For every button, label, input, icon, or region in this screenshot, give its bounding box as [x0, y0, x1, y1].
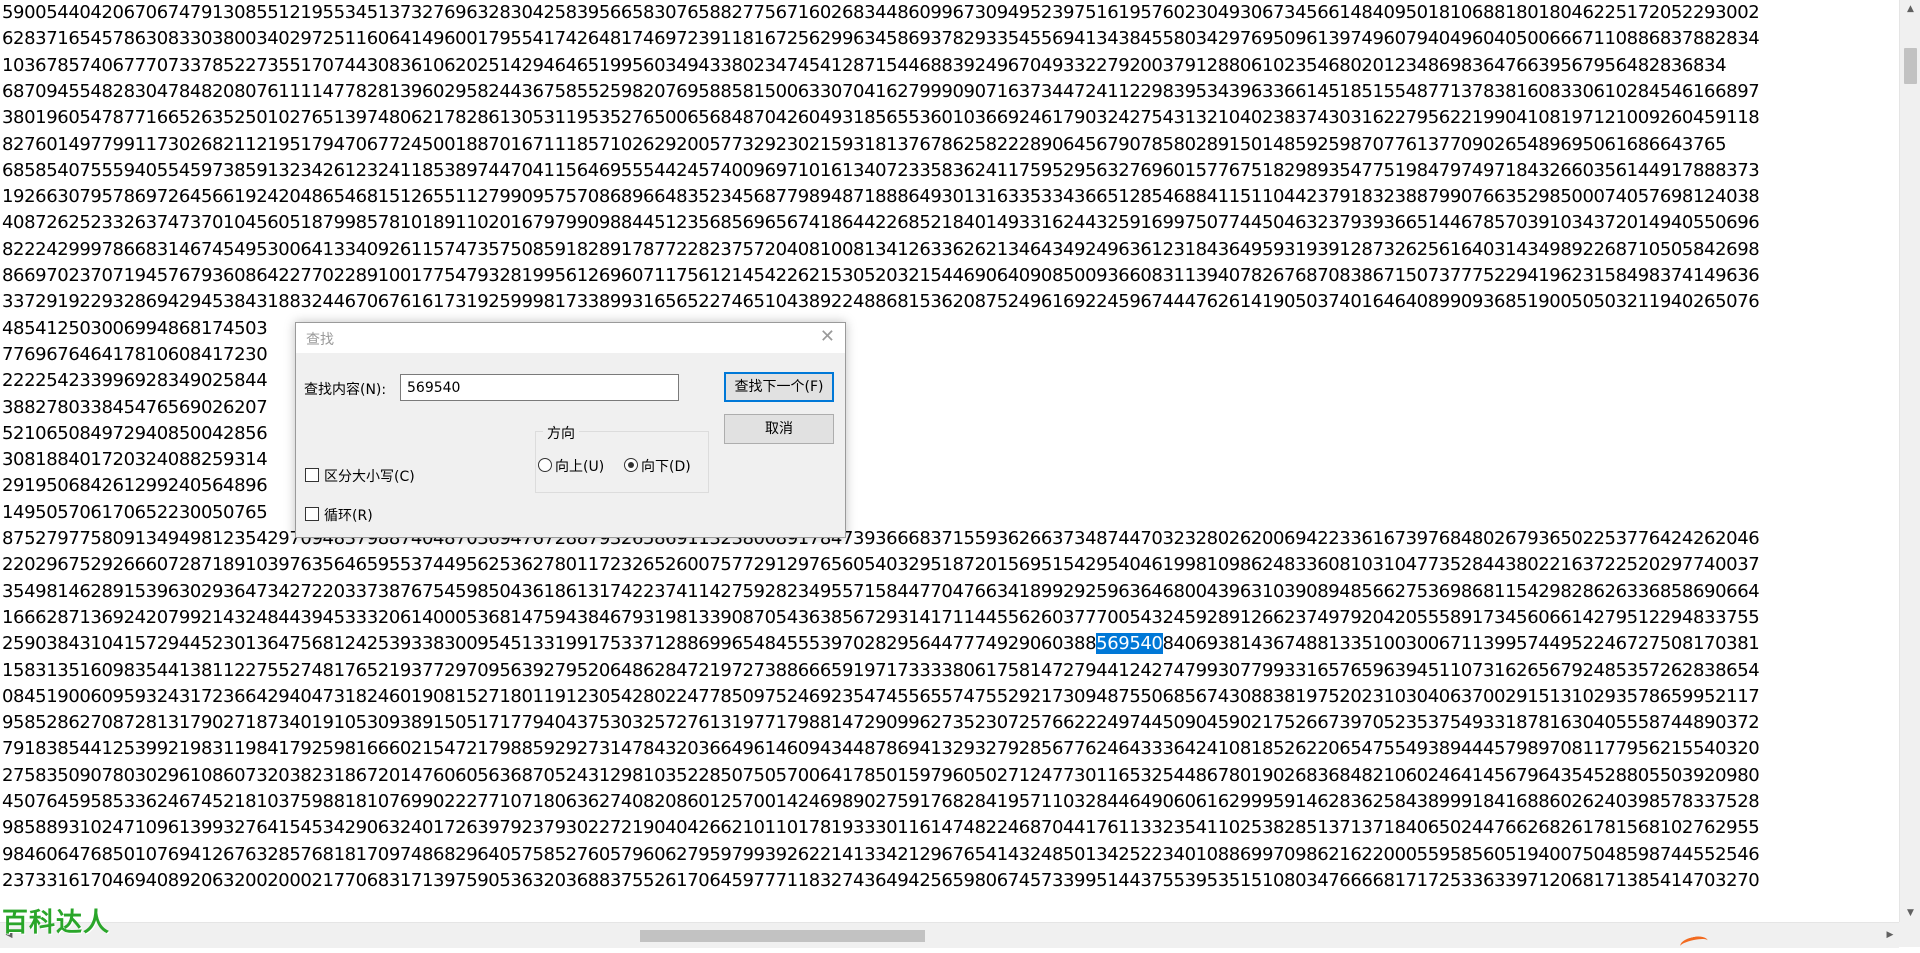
text-line[interactable]: 308188401720324088259314 — [2, 447, 268, 473]
find-next-button[interactable]: 查找下一个(F) — [724, 372, 834, 402]
text-line[interactable]: 1583135160983544138112275527481765219377… — [2, 658, 1760, 684]
text-line[interactable]: 3372919229328694294538431883244670676161… — [2, 289, 1760, 315]
text-line[interactable]: 1926630795786972645661924204865468151265… — [2, 184, 1760, 210]
direction-down-radio[interactable] — [624, 458, 638, 472]
text-line[interactable]: 1666287136924207992143248443945333206140… — [2, 605, 1760, 631]
text-line[interactable]: 8752797758091349498123542970948379887404… — [2, 526, 1760, 552]
dialog-title: 查找 — [306, 332, 334, 348]
direction-down-label: 向下(D) — [641, 459, 691, 475]
cancel-button[interactable]: 取消 — [724, 414, 834, 444]
text-line[interactable]: 8276014977991173026821121951794706772450… — [2, 132, 1727, 158]
scroll-up-arrow-icon[interactable]: ▲ — [1900, 0, 1920, 18]
text-line[interactable]: 149505706170652230050765 — [2, 500, 268, 526]
scroll-right-arrow-icon[interactable]: ▶ — [1881, 923, 1899, 948]
text-line[interactable]: 8222429997866831467454953006413340926115… — [2, 237, 1760, 263]
selected-search-match[interactable]: 569540 — [1096, 633, 1163, 655]
text-editor-area[interactable]: 5900544042067067479130855121955345137327… — [0, 0, 1899, 922]
wrap-around-checkbox[interactable] — [305, 507, 319, 521]
direction-up-label: 向上(U) — [555, 459, 605, 475]
scrollbar-corner — [1899, 922, 1920, 947]
horizontal-scrollbar[interactable]: ◀ ▶ — [0, 922, 1899, 948]
text-line[interactable]: 9846064768501076941267632857681817097486… — [2, 842, 1760, 868]
text-line[interactable]: 2590384310415729445230136475681242539338… — [2, 631, 1760, 657]
text-line[interactable]: 3549814628915396302936473427220337387675… — [2, 579, 1760, 605]
find-what-label: 查找内容(N): — [304, 382, 387, 398]
text-line[interactable]: 388278033845476569026207 — [2, 395, 268, 421]
text-line[interactable]: 7918385441253992198311984179259816660215… — [2, 736, 1760, 762]
text-line[interactable]: 222254233996928349025844 — [2, 368, 268, 394]
wrap-around-label: 循环(R) — [324, 508, 373, 524]
dialog-titlebar[interactable]: 查找 ✕ — [296, 323, 845, 353]
text-line[interactable]: 4507645958533624674521810375988181076990… — [2, 789, 1760, 815]
text-line[interactable]: 6870945548283047848208076111147782813960… — [2, 79, 1760, 105]
text-line-segment: 8406938143674881335100300671139957449522… — [1162, 633, 1760, 655]
find-dialog: 查找 ✕ 查找内容(N): 查找下一个(F) 取消 方向 向上(U) 向下(D)… — [295, 322, 846, 538]
text-line[interactable]: 2373316170469408920632002000217706831713… — [2, 868, 1760, 894]
text-line[interactable]: 6283716545786308330380034029725116064149… — [2, 26, 1760, 52]
find-what-input[interactable] — [400, 374, 679, 401]
close-icon[interactable]: ✕ — [820, 326, 835, 347]
vertical-scrollbar[interactable]: ▲ ▼ — [1899, 0, 1920, 922]
horizontal-scroll-thumb[interactable] — [640, 930, 925, 942]
direction-group-label: 方向 — [543, 423, 579, 443]
text-line[interactable]: 2758350907803029610860732038231867201476… — [2, 763, 1760, 789]
text-line[interactable]: 1036785740677707337852273551707443083610… — [2, 53, 1727, 79]
text-line[interactable]: 485412503006994868174503 — [2, 316, 268, 342]
vertical-scroll-thumb[interactable] — [1904, 48, 1917, 84]
text-line[interactable]: 4087262523326374737010456051879985781018… — [2, 210, 1760, 236]
text-line[interactable]: 0845190060959324317236642940473182460190… — [2, 684, 1760, 710]
text-line[interactable]: 2202967529266607287189103976356465955374… — [2, 552, 1760, 578]
direction-up-radio[interactable] — [538, 458, 552, 472]
text-line[interactable]: 8669702370719457679360864227702289100177… — [2, 263, 1760, 289]
text-line-segment: 2590384310415729445230136475681242539338… — [2, 633, 1097, 655]
text-line[interactable]: 9858893102471096139932764154534290632401… — [2, 815, 1760, 841]
text-line[interactable]: 9585286270872813179027187340191053093891… — [2, 710, 1760, 736]
text-line[interactable]: 3801960547877166526352501027651397480621… — [2, 105, 1760, 131]
match-case-checkbox[interactable] — [305, 468, 319, 482]
text-line[interactable]: 5900544042067067479130855121955345137327… — [2, 0, 1760, 26]
text-line[interactable]: 776967646417810608417230 — [2, 342, 268, 368]
text-line[interactable]: 521065084972940850042856 — [2, 421, 268, 447]
text-line[interactable]: 6858540755594055459738591323426123241185… — [2, 158, 1760, 184]
text-line[interactable]: 291950684261299240564896 — [2, 473, 268, 499]
scroll-down-arrow-icon[interactable]: ▼ — [1900, 904, 1920, 922]
watermark-logo: 百科达人 — [2, 908, 111, 938]
match-case-label: 区分大小写(C) — [324, 469, 415, 485]
